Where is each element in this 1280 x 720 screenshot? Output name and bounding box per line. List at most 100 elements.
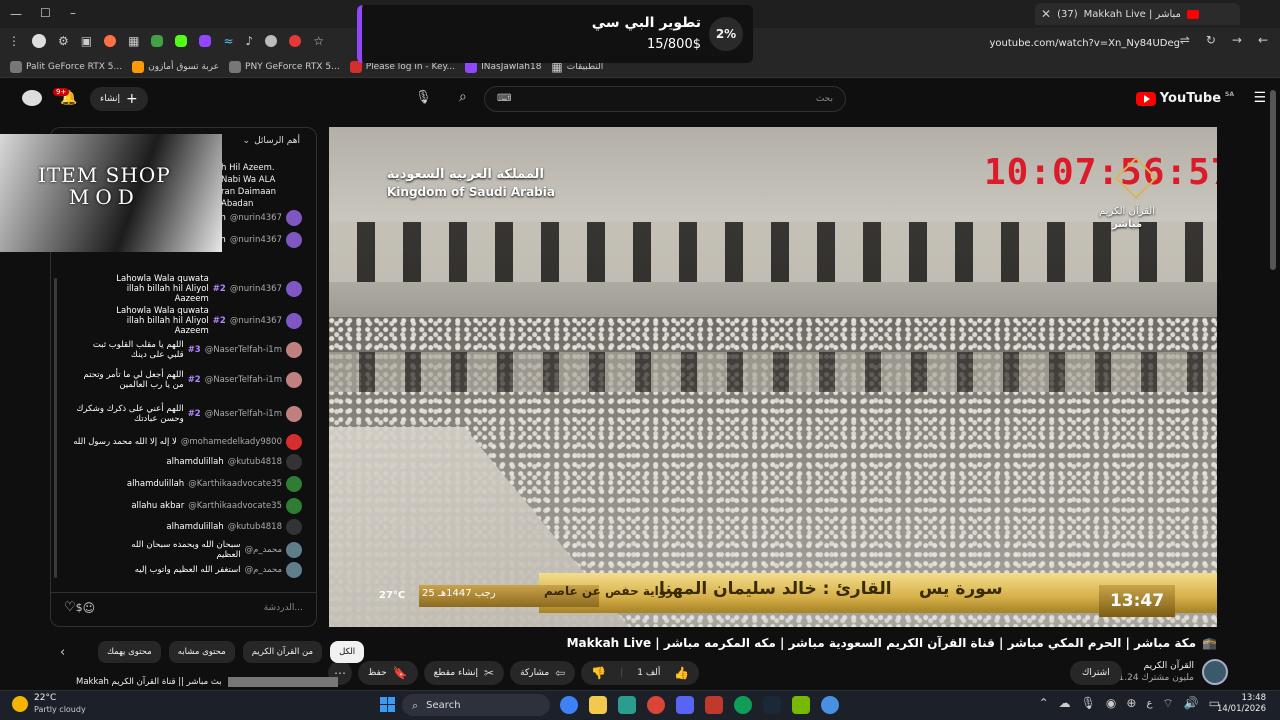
chat-message[interactable]: اللهم أعني على ذكرك وشكرك وحسن عبادتك #2 @…: [70, 404, 302, 424]
chat-avatar[interactable]: [286, 342, 302, 358]
bookmark-item[interactable]: PNY GeForce RTX 5...: [229, 60, 340, 73]
close-tab-icon[interactable]: ✕: [1041, 8, 1051, 20]
heart-icon[interactable]: ♡: [64, 601, 76, 614]
keyboard-language[interactable]: ع: [1146, 698, 1152, 709]
chat-avatar[interactable]: [286, 476, 302, 492]
share-button[interactable]: مشاركة ⇦: [510, 661, 576, 685]
chip-for-you[interactable]: محتوى يهمك: [98, 641, 161, 663]
tray-location-icon[interactable]: ◉: [1106, 697, 1116, 709]
taskbar-app-settings-icon[interactable]: [618, 696, 636, 714]
chat-message[interactable]: alhamdulillah @kutub4818: [70, 454, 302, 470]
taskbar-app-media-icon[interactable]: [705, 696, 723, 714]
menu-dots-icon[interactable]: ⋮: [8, 35, 20, 47]
search-input[interactable]: ⌨ بحث: [484, 86, 846, 112]
taskbar-app-chrome-icon[interactable]: [647, 696, 665, 714]
ext-green-icon[interactable]: [151, 35, 164, 47]
chat-avatar[interactable]: [286, 562, 302, 578]
tray-mic-icon[interactable]: 🎙: [1081, 697, 1096, 709]
chat-username[interactable]: @Karthikaadvocate35: [188, 501, 282, 511]
chat-username[interactable]: @nurin4367: [230, 235, 282, 245]
chat-avatar[interactable]: [286, 232, 302, 248]
weather-widget[interactable]: 22°C Partly cloudy: [12, 693, 86, 715]
tray-globe-icon[interactable]: ⊕: [1126, 697, 1136, 709]
extensions-icon[interactable]: ⚙: [58, 35, 69, 47]
chat-input[interactable]: الدردشة...: [95, 603, 303, 613]
chat-message[interactable]: allahu akbar @Karthikaadvocate35: [70, 498, 302, 514]
chat-message[interactable]: alhamdulillah @kutub4818: [70, 519, 302, 535]
chat-username[interactable]: @kutub4818: [228, 522, 282, 532]
save-button[interactable]: حفظ 🔖: [358, 661, 418, 685]
speaker-icon[interactable]: 🔊: [1184, 697, 1199, 709]
ext-orange-icon[interactable]: [104, 35, 117, 47]
chat-username[interactable]: @Karthikaadvocate35: [188, 479, 282, 489]
chip-all[interactable]: الكل: [330, 641, 365, 663]
account-avatar[interactable]: [22, 90, 42, 106]
back-icon[interactable]: ←: [1258, 34, 1268, 46]
subscribe-button[interactable]: اشتراك: [1070, 661, 1122, 685]
chat-avatar[interactable]: [286, 498, 302, 514]
channel-info[interactable]: القرآن الكريم 1.24 مليون مشترك: [1119, 660, 1195, 684]
taskbar-app-browser-icon[interactable]: [734, 696, 752, 714]
volume-icon[interactable]: ♪: [246, 35, 254, 47]
chat-avatar[interactable]: [286, 313, 302, 329]
chat-mode-selector[interactable]: ⌄ أهم الرسائل: [243, 136, 300, 146]
super-chat-icon[interactable]: $: [76, 602, 83, 613]
tray-cloud-icon[interactable]: ☁: [1059, 697, 1071, 709]
chat-username[interactable]: @nurin4367: [230, 284, 282, 294]
chat-username[interactable]: @محمد_م: [245, 565, 282, 575]
chat-avatar[interactable]: [286, 281, 302, 297]
chat-avatar[interactable]: [286, 519, 302, 535]
chip-from-quran[interactable]: من القرآن الكريم: [242, 641, 323, 663]
close-window-icon[interactable]: –: [70, 7, 76, 19]
chat-avatar[interactable]: [286, 454, 302, 470]
dislike-icon[interactable]: 👎: [591, 667, 606, 679]
page-scrollbar[interactable]: [1270, 90, 1276, 270]
tray-chevron-up-icon[interactable]: ⌃: [1039, 697, 1049, 709]
address-bar[interactable]: youtube.com/watch?v=Xn_Ny84UDeg: [740, 34, 1180, 52]
chat-username[interactable]: @nurin4367: [230, 316, 282, 326]
maximize-icon[interactable]: ☐: [40, 7, 51, 19]
chat-username[interactable]: @mohamedelkady9800: [181, 437, 282, 447]
ext-kick-icon[interactable]: [175, 35, 188, 47]
channel-avatar[interactable]: [1202, 659, 1228, 685]
taskbar-app-discord-icon[interactable]: [676, 696, 694, 714]
taskbar-app-file-explorer-icon[interactable]: [589, 696, 607, 714]
next-video-item[interactable]: Makkah بث مباشر || قناة القرآن الكريم: [76, 677, 338, 687]
keyboard-icon[interactable]: ⌨: [497, 94, 511, 104]
chat-message[interactable]: Lahowla Wala quwata illah billah hil Ali…: [70, 306, 302, 336]
bookmark-star-icon[interactable]: ☆: [313, 35, 324, 47]
chat-message[interactable]: اللهم أجعل لي ما تأمر وتحتم من يا رب الع…: [70, 370, 302, 390]
chat-message[interactable]: سبحان الله وبحمده سبحان الله العظيم @محمد…: [70, 540, 302, 560]
ext-gray-icon[interactable]: [265, 35, 278, 47]
chat-scrollbar[interactable]: [54, 278, 57, 578]
chat-username[interactable]: @kutub4818: [228, 457, 282, 467]
chat-avatar[interactable]: [286, 210, 302, 226]
ext-grid-icon[interactable]: ▦: [128, 35, 139, 47]
taskbar-app-nvidia-icon[interactable]: [821, 696, 839, 714]
chat-username[interactable]: @nurin4367: [230, 213, 282, 223]
ext-screen-icon[interactable]: ▣: [81, 35, 92, 47]
chat-avatar[interactable]: [286, 434, 302, 450]
chat-username[interactable]: @NaserTelfah-i1m: [205, 345, 282, 355]
chat-message[interactable]: alhamdulillah @Karthikaadvocate35: [70, 476, 302, 492]
chat-username[interactable]: @محمد_م: [245, 545, 282, 555]
profile-icon[interactable]: [32, 34, 46, 48]
ext-twitch-icon[interactable]: [199, 35, 212, 47]
chat-username[interactable]: @NaserTelfah-i1m: [205, 409, 282, 419]
chat-message[interactable]: Lahowla Wala quwata illah billah hil Ali…: [70, 274, 302, 304]
windows-start-icon[interactable]: [380, 697, 395, 712]
taskbar-app-steam-icon[interactable]: [792, 696, 810, 714]
create-button[interactable]: إنشاء +: [90, 87, 148, 111]
taskbar-app-widgets-icon[interactable]: [560, 696, 578, 714]
ext-wave-icon[interactable]: ≈: [223, 35, 233, 47]
minimize-icon[interactable]: —: [10, 8, 22, 20]
forward-icon[interactable]: →: [1232, 34, 1242, 46]
search-icon[interactable]: ⌕: [459, 90, 467, 104]
taskbar-search[interactable]: ⌕ Search: [402, 694, 550, 716]
tab-makkah-live[interactable]: ✕ (37) Makkah Live | مباشر: [1035, 3, 1240, 25]
like-icon[interactable]: 👍: [674, 667, 689, 679]
bookmark-item[interactable]: عربة تسوق أمازون: [132, 60, 219, 73]
taskbar-app-edge-icon[interactable]: [763, 696, 781, 714]
chip-similar[interactable]: محتوى مشابه: [168, 641, 235, 663]
hamburger-menu-icon[interactable]: ☰: [1253, 91, 1266, 105]
